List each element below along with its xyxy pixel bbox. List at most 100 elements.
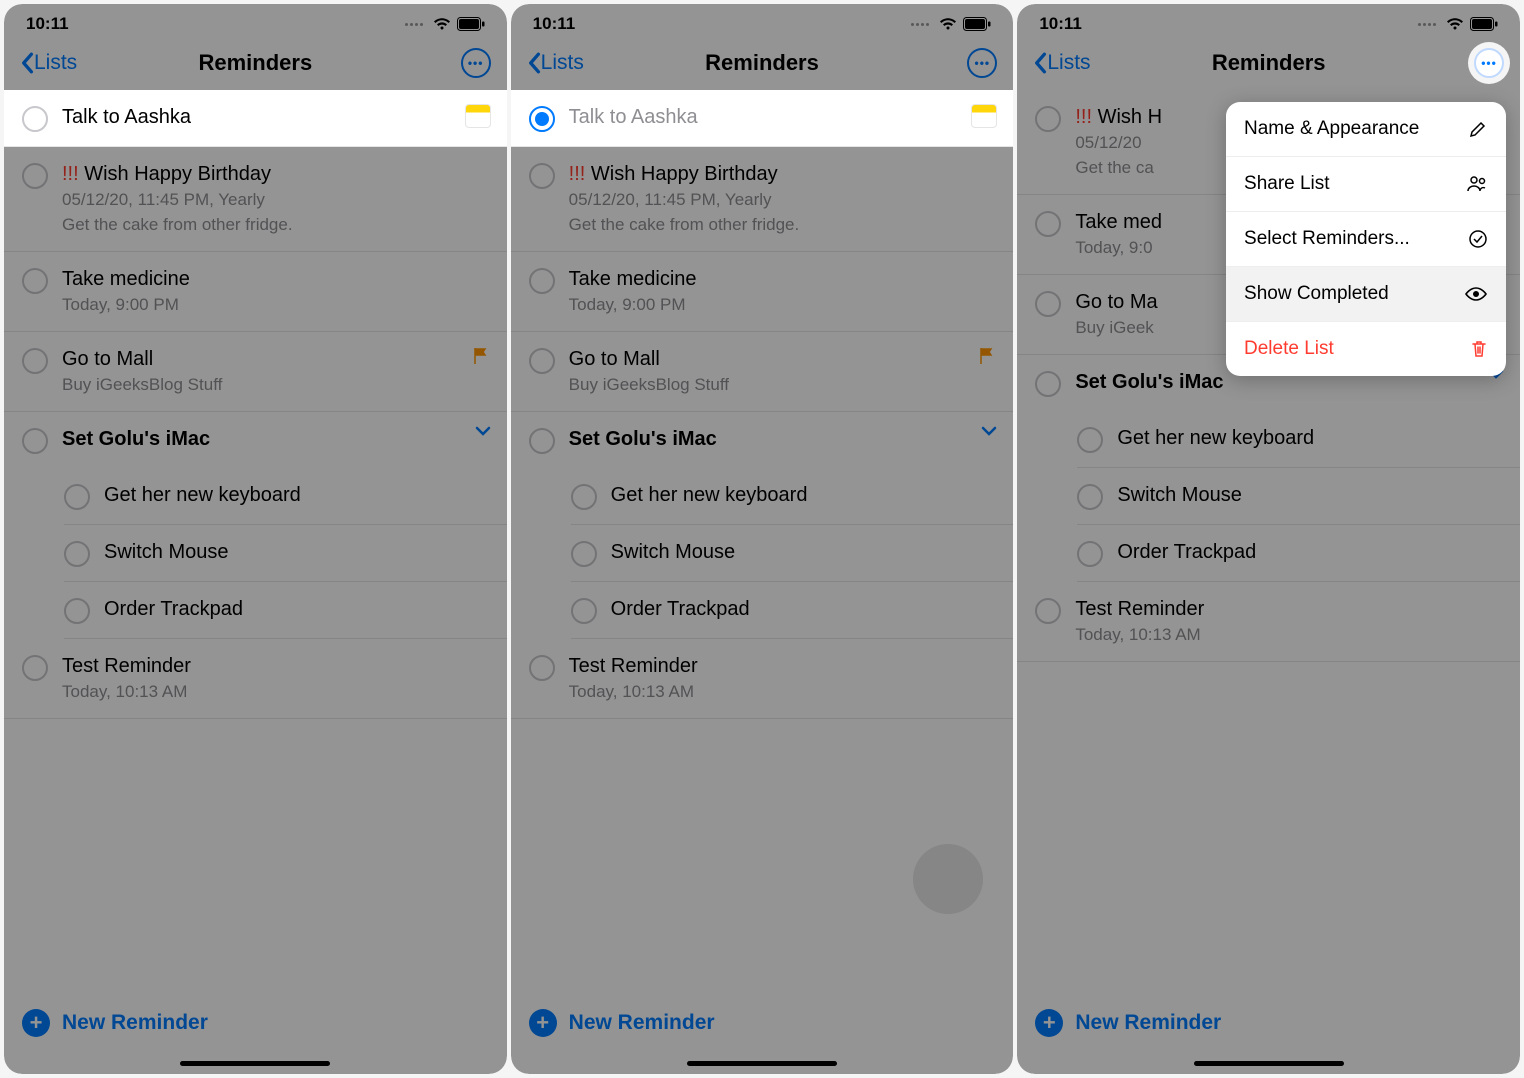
complete-circle[interactable] bbox=[571, 541, 597, 567]
menu-show-completed[interactable]: Show Completed bbox=[1226, 267, 1506, 322]
reminder-subitem[interactable]: Order Trackpad bbox=[1077, 525, 1520, 582]
reminder-title: Test Reminder bbox=[569, 653, 998, 679]
home-indicator[interactable] bbox=[687, 1061, 837, 1066]
status-bar: 10:11 bbox=[511, 4, 1014, 40]
reminder-subtitle: Buy iGeeksBlog Stuff bbox=[569, 374, 964, 397]
reminder-item[interactable]: Test Reminder Today, 10:13 AM bbox=[1017, 582, 1520, 662]
reminder-subitem[interactable]: Order Trackpad bbox=[571, 582, 1014, 639]
status-icons bbox=[405, 17, 485, 31]
complete-circle[interactable] bbox=[529, 163, 555, 189]
reminder-subitem[interactable]: Order Trackpad bbox=[64, 582, 507, 639]
reminder-subtitle: Today, 9:00 PM bbox=[569, 294, 998, 317]
complete-circle[interactable] bbox=[1077, 427, 1103, 453]
complete-circle[interactable] bbox=[22, 428, 48, 454]
more-button[interactable]: ••• bbox=[461, 48, 491, 78]
reminder-item[interactable]: Talk to Aashka bbox=[4, 90, 507, 147]
pencil-icon bbox=[1468, 119, 1488, 139]
complete-circle[interactable] bbox=[529, 655, 555, 681]
menu-share-list[interactable]: Share List bbox=[1226, 157, 1506, 212]
complete-circle[interactable] bbox=[1035, 106, 1061, 132]
page-title: Reminders bbox=[198, 50, 312, 76]
reminder-item[interactable]: Go to Mall Buy iGeeksBlog Stuff bbox=[511, 332, 1014, 412]
reminder-title: Take medicine bbox=[62, 266, 491, 292]
complete-circle[interactable] bbox=[64, 484, 90, 510]
reminder-item[interactable]: Go to Mall Buy iGeeksBlog Stuff bbox=[4, 332, 507, 412]
reminder-group[interactable]: Set Golu's iMac bbox=[4, 412, 507, 468]
menu-label: Show Completed bbox=[1244, 283, 1389, 305]
wifi-icon bbox=[433, 17, 451, 31]
complete-circle[interactable] bbox=[22, 163, 48, 189]
reminder-title: Set Golu's iMac bbox=[569, 426, 968, 452]
reminder-subtitle: Today, 10:13 AM bbox=[569, 681, 998, 704]
complete-circle[interactable] bbox=[529, 428, 555, 454]
back-button[interactable]: Lists bbox=[20, 51, 77, 75]
reminder-title: Test Reminder bbox=[1075, 596, 1504, 622]
reminder-subitem[interactable]: Get her new keyboard bbox=[64, 468, 507, 525]
complete-circle-checked[interactable] bbox=[529, 106, 555, 132]
complete-circle[interactable] bbox=[571, 598, 597, 624]
reminder-subitem[interactable]: Switch Mouse bbox=[571, 525, 1014, 582]
complete-circle[interactable] bbox=[22, 106, 48, 132]
battery-icon bbox=[1470, 17, 1498, 31]
reminder-subitem[interactable]: Get her new keyboard bbox=[571, 468, 1014, 525]
home-indicator[interactable] bbox=[180, 1061, 330, 1066]
more-button[interactable]: ••• bbox=[967, 48, 997, 78]
complete-circle[interactable] bbox=[22, 655, 48, 681]
complete-circle[interactable] bbox=[1035, 371, 1061, 397]
reminder-group[interactable]: Set Golu's iMac bbox=[511, 412, 1014, 468]
reminder-subtitle: Today, 9:00 PM bbox=[62, 294, 491, 317]
priority-indicator: !!! bbox=[1075, 106, 1092, 128]
new-reminder-button[interactable]: + New Reminder bbox=[4, 991, 507, 1055]
reminder-item[interactable]: !!! Wish Happy Birthday 05/12/20, 11:45 … bbox=[511, 147, 1014, 252]
status-time: 10:11 bbox=[26, 14, 69, 34]
complete-circle[interactable] bbox=[22, 268, 48, 294]
reminder-item[interactable]: Test Reminder Today, 10:13 AM bbox=[4, 639, 507, 719]
nav-bar: Lists Reminders ••• bbox=[1017, 40, 1520, 90]
complete-circle[interactable] bbox=[64, 541, 90, 567]
reminder-item[interactable]: Test Reminder Today, 10:13 AM bbox=[511, 639, 1014, 719]
complete-circle[interactable] bbox=[64, 598, 90, 624]
chevron-down-icon[interactable] bbox=[981, 426, 997, 436]
complete-circle[interactable] bbox=[1035, 291, 1061, 317]
status-icons bbox=[1418, 17, 1498, 31]
complete-circle[interactable] bbox=[529, 348, 555, 374]
new-reminder-button[interactable]: + New Reminder bbox=[511, 991, 1014, 1055]
plus-icon: + bbox=[22, 1009, 50, 1037]
menu-label: Name & Appearance bbox=[1244, 118, 1419, 140]
complete-circle[interactable] bbox=[1077, 541, 1103, 567]
cellular-dots-icon bbox=[1418, 23, 1436, 26]
reminder-subitem[interactable]: Get her new keyboard bbox=[1077, 411, 1520, 468]
flag-icon bbox=[471, 346, 491, 366]
complete-circle[interactable] bbox=[22, 348, 48, 374]
reminder-title: Talk to Aashka bbox=[569, 104, 958, 130]
complete-circle[interactable] bbox=[1035, 598, 1061, 624]
reminder-item[interactable]: Talk to Aashka bbox=[511, 90, 1014, 147]
complete-circle[interactable] bbox=[1035, 211, 1061, 237]
status-bar: 10:11 bbox=[1017, 4, 1520, 40]
reminder-note: Get the cake from other fridge. bbox=[569, 214, 998, 237]
menu-label: Delete List bbox=[1244, 338, 1334, 360]
more-button[interactable]: ••• bbox=[1474, 48, 1504, 78]
menu-delete-list[interactable]: Delete List bbox=[1226, 322, 1506, 376]
new-reminder-button[interactable]: + New Reminder bbox=[1017, 991, 1520, 1055]
chevron-down-icon[interactable] bbox=[475, 426, 491, 436]
reminder-subitem[interactable]: Switch Mouse bbox=[1077, 468, 1520, 525]
battery-icon bbox=[963, 17, 991, 31]
back-button[interactable]: Lists bbox=[1033, 51, 1090, 75]
reminder-item[interactable]: !!! Wish Happy Birthday 05/12/20, 11:45 … bbox=[4, 147, 507, 252]
reminder-title: Order Trackpad bbox=[104, 596, 243, 622]
reminder-title: !!! Wish Happy Birthday bbox=[62, 161, 491, 187]
complete-circle[interactable] bbox=[529, 268, 555, 294]
back-button[interactable]: Lists bbox=[527, 51, 584, 75]
complete-circle[interactable] bbox=[571, 484, 597, 510]
menu-name-appearance[interactable]: Name & Appearance bbox=[1226, 102, 1506, 157]
home-indicator[interactable] bbox=[1194, 1061, 1344, 1066]
reminder-title: Talk to Aashka bbox=[62, 104, 451, 130]
reminder-title: Take medicine bbox=[569, 266, 998, 292]
reminder-subitem[interactable]: Switch Mouse bbox=[64, 525, 507, 582]
reminder-item[interactable]: Take medicine Today, 9:00 PM bbox=[511, 252, 1014, 332]
checkmark-circle-icon bbox=[1468, 229, 1488, 249]
menu-select-reminders[interactable]: Select Reminders... bbox=[1226, 212, 1506, 267]
complete-circle[interactable] bbox=[1077, 484, 1103, 510]
reminder-item[interactable]: Take medicine Today, 9:00 PM bbox=[4, 252, 507, 332]
